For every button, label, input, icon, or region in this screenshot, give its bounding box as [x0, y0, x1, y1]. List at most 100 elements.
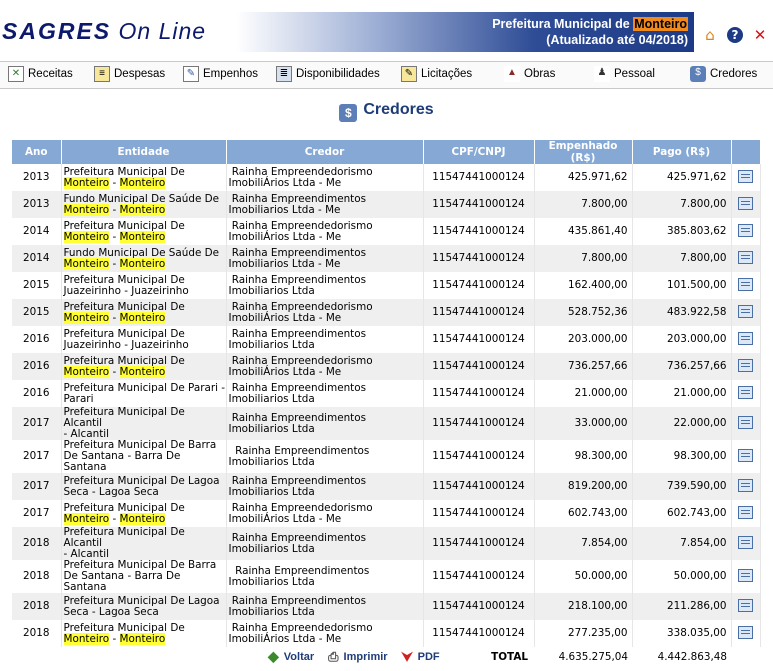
- voltar-button[interactable]: ◆ Voltar: [268, 648, 314, 665]
- cell-pago: 425.971,62: [632, 164, 732, 191]
- credor-line2: Imobiliarios Ltda - Me: [228, 203, 341, 216]
- table-row: 2018 Prefeitura Municipal De Monteiro - Mo…: [12, 620, 761, 647]
- banner-highlight: Monteiro: [633, 17, 688, 31]
- entidade-line2: -: [109, 230, 120, 243]
- entidade-line1: Prefeitura Municipal De: [63, 621, 185, 634]
- entidade-line2: Parari: [63, 392, 94, 405]
- cell-cpf-cnpj: 11547441000124: [423, 191, 535, 218]
- cell-pago: 50.000,00: [632, 560, 732, 593]
- credores-table: Ano Entidade Credor CPF/CNPJ Empenhado (…: [12, 140, 761, 667]
- cell-cpf-cnpj: 11547441000124: [423, 380, 535, 407]
- credor-line2: Imobiliarios Ltda: [228, 485, 315, 498]
- details-icon[interactable]: [738, 331, 753, 345]
- details-icon[interactable]: [738, 358, 753, 372]
- cell-cpf-cnpj: 11547441000124: [423, 527, 535, 560]
- home-icon[interactable]: ⌂: [702, 27, 718, 43]
- entidade-line1: Prefeitura Municipal De Alcantil: [63, 526, 185, 549]
- entidade-highlight: Monteiro: [63, 176, 110, 189]
- nav-empenhos[interactable]: ✎ Empenhos: [183, 66, 258, 82]
- details-icon[interactable]: [738, 196, 753, 210]
- entidade-line2: -: [109, 176, 120, 189]
- credor-line2: Imobiliarios Ltda - Me: [228, 257, 341, 270]
- cell-ano: 2015: [12, 272, 62, 299]
- cell-credor: Rainha Empreendimentos Imobiliarios Ltda …: [226, 245, 424, 272]
- main-nav: ✕ Receitas ≡ Despesas ✎ Empenhos ≣ Disponibi…: [0, 61, 773, 89]
- details-icon[interactable]: [738, 598, 753, 612]
- col-header-credor[interactable]: Credor: [226, 140, 424, 164]
- entidade-highlight: Monteiro: [119, 176, 166, 189]
- nav-pessoal-label: Pessoal: [614, 68, 655, 80]
- details-icon[interactable]: [738, 505, 753, 519]
- credor-line2: Imobiliarios Ltda: [228, 575, 315, 588]
- credor-line2: Imobiliarios Ltda: [228, 455, 315, 468]
- nav-credores[interactable]: $ Credores: [690, 66, 757, 82]
- details-icon[interactable]: [738, 250, 753, 264]
- table-row: 2014 Prefeitura Municipal De Monteiro - Mo…: [12, 218, 761, 245]
- credor-line2: Imobiliarios Ltda: [228, 392, 315, 405]
- cell-ano: 2018: [12, 620, 62, 647]
- nav-licitacoes[interactable]: ✎ Licitações: [401, 66, 472, 82]
- cell-empenhado: 7.800,00: [534, 191, 633, 218]
- cell-cpf-cnpj: 11547441000124: [423, 353, 535, 380]
- total-empenhado: 4.635.275,04: [534, 647, 632, 667]
- nav-obras[interactable]: ▲ Obras: [504, 66, 555, 82]
- nav-receitas[interactable]: ✕ Receitas: [8, 66, 73, 82]
- pdf-button[interactable]: ⮟ PDF: [402, 648, 440, 665]
- details-icon[interactable]: [738, 568, 753, 582]
- col-header-entidade[interactable]: Entidade: [61, 140, 227, 164]
- cell-pago: 7.854,00: [632, 527, 732, 560]
- details-icon[interactable]: [738, 385, 753, 399]
- cell-credor: Rainha Empreendimentos Imobiliarios Ltda: [226, 380, 424, 407]
- table-row: 2015 Prefeitura Municipal De Monteiro - Mo…: [12, 299, 761, 326]
- cell-detail: [731, 560, 761, 593]
- cell-pago: 22.000,00: [632, 407, 732, 440]
- details-icon[interactable]: [738, 415, 753, 429]
- nav-empenhos-label: Empenhos: [203, 68, 258, 80]
- nav-pessoal[interactable]: ♟ Pessoal: [594, 66, 655, 82]
- details-icon[interactable]: [738, 304, 753, 318]
- cell-entidade: Prefeitura Municipal De Alcantil - Alcant…: [61, 407, 227, 440]
- cell-entidade: Prefeitura Municipal De Parari - Parari: [61, 380, 227, 407]
- cell-empenhado: 528.752,36: [534, 299, 633, 326]
- table-body: 2013 Prefeitura Municipal De Monteiro - Mo…: [12, 164, 761, 667]
- details-icon[interactable]: [738, 448, 753, 462]
- cell-detail: [731, 218, 761, 245]
- entidade-line1: Prefeitura Municipal De: [63, 165, 185, 178]
- credor-line2: ImobiliÁrios Ltda - Me: [228, 512, 342, 525]
- entidade-highlight: Monteiro: [63, 632, 110, 645]
- details-icon[interactable]: [738, 625, 753, 639]
- table-row: 2017 Prefeitura Municipal De Barra De Sant…: [12, 440, 761, 473]
- col-header-pago[interactable]: Pago (R$): [632, 140, 732, 164]
- cell-entidade: Prefeitura Municipal De Monteiro - Montei…: [61, 218, 227, 245]
- table-row: 2017 Prefeitura Municipal De Alcantil - Al…: [12, 407, 761, 440]
- close-icon[interactable]: ✕: [752, 27, 768, 43]
- credor-line2: ImobiliÁrios Ltda - Me: [228, 230, 342, 243]
- cell-detail: [731, 353, 761, 380]
- details-icon[interactable]: [738, 169, 753, 183]
- cell-pago: 7.800,00: [632, 191, 732, 218]
- details-icon[interactable]: [738, 535, 753, 549]
- details-icon[interactable]: [738, 277, 753, 291]
- entidade-highlight: Monteiro: [119, 203, 166, 216]
- help-icon[interactable]: ?: [727, 27, 743, 43]
- nav-despesas[interactable]: ≡ Despesas: [94, 66, 165, 82]
- cell-credor: Rainha Empreendimentos Imobiliarios Ltda: [226, 272, 424, 299]
- entidade-line1: Prefeitura Municipal De: [63, 354, 185, 367]
- disponibilidades-icon: ≣: [276, 66, 292, 82]
- nav-obras-label: Obras: [524, 68, 556, 80]
- cell-pago: 211.286,00: [632, 593, 732, 620]
- entidade-highlight: Monteiro: [63, 311, 110, 324]
- empenhos-icon: ✎: [183, 66, 199, 82]
- details-icon[interactable]: [738, 478, 753, 492]
- nav-disponibilidades[interactable]: ≣ Disponibilidades: [276, 66, 380, 82]
- imprimir-button[interactable]: ⎙ Imprimir: [328, 648, 387, 665]
- cell-pago: 739.590,00: [632, 473, 732, 500]
- col-header-ano[interactable]: Ano: [12, 140, 62, 164]
- receitas-icon: ✕: [8, 66, 24, 82]
- credor-line2: Imobiliarios Ltda: [228, 422, 315, 435]
- col-header-empenhado[interactable]: Empenhado (R$): [534, 140, 633, 164]
- cell-pago: 602.743,00: [632, 500, 732, 527]
- details-icon[interactable]: [738, 223, 753, 237]
- cell-ano: 2014: [12, 245, 62, 272]
- col-header-cpf-cnpj[interactable]: CPF/CNPJ: [423, 140, 535, 164]
